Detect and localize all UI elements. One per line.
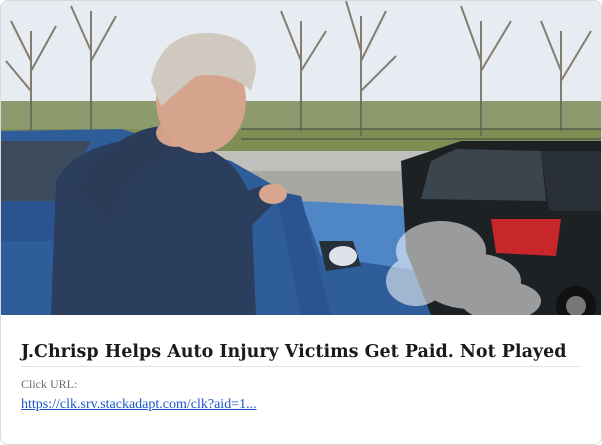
ad-image[interactable]	[1, 1, 601, 315]
ad-headline[interactable]: J.Chrisp Helps Auto Injury Victims Get P…	[21, 341, 581, 367]
click-url-label: Click URL:	[21, 377, 78, 391]
car-accident-photo	[1, 1, 601, 315]
ad-card[interactable]: J.Chrisp Helps Auto Injury Victims Get P…	[0, 0, 602, 445]
click-url-link[interactable]: https://clk.srv.stackadapt.com/clk?aid=1…	[21, 397, 257, 413]
ad-caption: J.Chrisp Helps Auto Injury Victims Get P…	[21, 341, 581, 413]
